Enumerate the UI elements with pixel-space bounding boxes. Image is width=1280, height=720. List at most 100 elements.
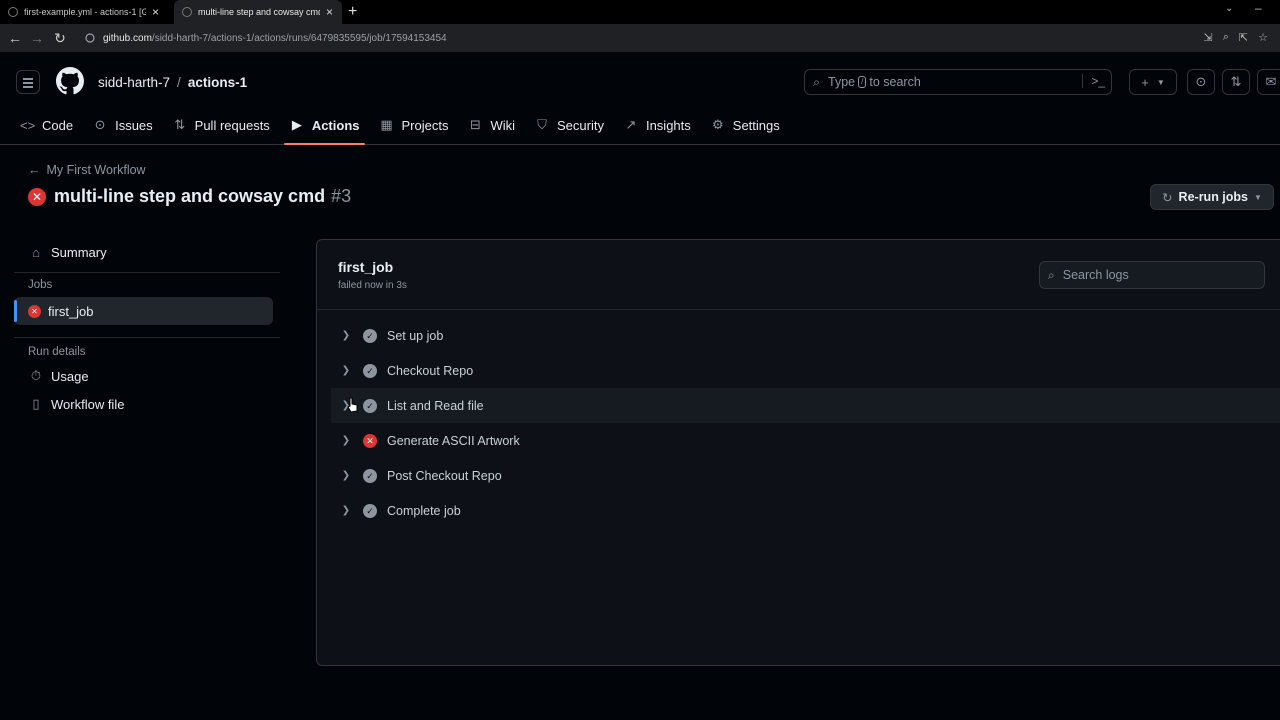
breadcrumb-separator: /	[177, 75, 181, 90]
sidebar-item-label: Workflow file	[51, 396, 125, 412]
create-new-button[interactable]: + ▼	[1129, 69, 1177, 95]
github-favicon-icon	[182, 7, 192, 17]
job-steps-list: ❯ ✓ Set up job ❯ ✓ Checkout Repo ❯ ✓ Lis…	[331, 318, 1280, 528]
sidebar-item-first-job[interactable]: ✕ first_job	[14, 297, 273, 325]
tab-projects[interactable]: ▦ Projects	[369, 110, 458, 140]
x-circle-fill-icon: ✕	[363, 433, 377, 448]
step-label: Generate ASCII Artwork	[387, 433, 520, 448]
forward-arrow-icon[interactable]: →	[28, 29, 46, 47]
tab-settings[interactable]: ⚙ Settings	[701, 110, 790, 140]
sidebar-divider	[14, 337, 280, 338]
step-post-checkout-repo[interactable]: ❯ ✓ Post Checkout Repo	[331, 458, 1280, 493]
tab-pull-requests[interactable]: ⇅ Pull requests	[163, 110, 280, 140]
site-info-icon[interactable]	[85, 33, 95, 43]
graph-icon: ↗	[625, 117, 637, 132]
install-app-icon[interactable]: ⇲	[1204, 31, 1213, 44]
search-logs-input[interactable]: ⌕ Search logs	[1039, 261, 1265, 289]
step-label: List and Read file	[387, 398, 484, 413]
check-circle-icon: ✓	[363, 503, 377, 518]
inbox-icon: ✉	[1265, 74, 1277, 89]
check-circle-icon: ✓	[363, 468, 377, 483]
inbox-button[interactable]: ✉	[1257, 69, 1280, 95]
table-icon: ▦	[380, 117, 393, 132]
search-icon: ⌕	[813, 74, 821, 89]
git-pull-request-icon: ⇅	[1230, 74, 1242, 89]
back-arrow-icon[interactable]: ←	[6, 29, 24, 47]
tab-label: Insights	[645, 117, 691, 133]
step-complete-job[interactable]: ❯ ✓ Complete job	[331, 493, 1280, 528]
step-set-up-job[interactable]: ❯ ✓ Set up job	[331, 318, 1280, 353]
sidebar-item-workflow-file[interactable]: ▯ Workflow file	[14, 390, 280, 418]
check-circle-icon: ✓	[363, 363, 377, 378]
bookmark-star-icon[interactable]: ☆	[1258, 31, 1268, 44]
pull-request-icon: ⇅	[174, 117, 186, 132]
github-logo-icon[interactable]	[56, 67, 84, 95]
shield-icon: ⛉	[537, 117, 547, 132]
chevron-right-icon[interactable]: ❯	[339, 505, 353, 516]
chevron-right-icon[interactable]: ❯	[339, 470, 353, 481]
check-circle-icon: ✓	[363, 328, 377, 343]
close-tab-icon[interactable]: ×	[326, 5, 333, 19]
sidebar-item-summary[interactable]: ⌂ Summary	[14, 238, 280, 266]
github-favicon-icon	[8, 7, 18, 17]
chevron-right-icon[interactable]: ❯	[339, 330, 353, 341]
issues-button[interactable]: ⊙	[1187, 69, 1215, 95]
job-log-panel: first_job failed now in 3s ⌕ Search logs…	[316, 239, 1280, 666]
step-label: Set up job	[387, 328, 444, 343]
rerun-label: Re-run jobs	[1178, 190, 1248, 204]
share-icon[interactable]: ⇱	[1239, 31, 1248, 44]
tab-label: Projects	[401, 117, 449, 133]
search-icon: ⌕	[1048, 267, 1055, 282]
run-number: #3	[331, 186, 352, 206]
job-status-meta: failed now in 3s	[338, 280, 407, 291]
zoom-icon[interactable]: ⌕	[1223, 31, 1229, 44]
reload-icon[interactable]: ↻	[51, 29, 69, 47]
hand-cursor-icon	[347, 397, 358, 413]
global-search-input[interactable]: ⌕ Type / to search >_	[804, 69, 1112, 95]
page-title: ✕ multi-line step and cowsay cmd #3	[28, 186, 351, 207]
tab-security[interactable]: ⛉ Security	[525, 110, 614, 140]
step-generate-ascii-artwork[interactable]: ❯ ✕ Generate ASCII Artwork	[331, 423, 1280, 458]
repo-owner-link[interactable]: sidd-harth-7	[98, 75, 170, 90]
hamburger-menu-icon[interactable]	[16, 70, 40, 94]
browser-tab-active[interactable]: multi-line step and cowsay cmd ×	[174, 0, 342, 24]
sidebar-item-usage[interactable]: ⏱ Usage	[14, 362, 280, 390]
browser-toolbar: ← → ↻ github.com /sidd-harth-7/actions-1…	[0, 24, 1280, 52]
back-to-workflow-link[interactable]: ← My First Workflow	[28, 163, 146, 177]
tab-label: Issues	[115, 117, 153, 133]
address-bar[interactable]: github.com /sidd-harth-7/actions-1/actio…	[80, 27, 1240, 49]
tab-actions[interactable]: ▶ Actions	[280, 110, 370, 145]
minimize-icon[interactable]: –	[1255, 1, 1262, 15]
chevron-right-icon[interactable]: ❯	[339, 365, 353, 376]
tab-label: Code	[42, 117, 74, 133]
close-tab-icon[interactable]: ×	[152, 5, 159, 19]
sidebar-divider	[14, 272, 280, 273]
sidebar-heading-jobs: Jobs	[28, 279, 53, 291]
browser-tab-bar: first-example.yml - actions-1 [Gi × mult…	[0, 0, 1280, 24]
workflow-name: My First Workflow	[46, 163, 146, 177]
rerun-jobs-button[interactable]: ↻ Re-run jobs ▼	[1150, 184, 1274, 210]
search-placeholder-start: Type	[828, 75, 856, 89]
command-palette-icon[interactable]: >_	[1082, 74, 1105, 88]
tab-issues[interactable]: ⊙ Issues	[83, 110, 163, 140]
home-icon: ⌂	[32, 244, 40, 260]
tab-search-chevron-icon[interactable]: ⌄	[1225, 3, 1233, 14]
tab-code[interactable]: <> Code	[10, 110, 83, 140]
tab-insights[interactable]: ↗ Insights	[614, 110, 701, 140]
tab-label: Wiki	[490, 117, 515, 133]
tab-wiki[interactable]: ⊟ Wiki	[458, 110, 525, 140]
pull-requests-button[interactable]: ⇅	[1222, 69, 1250, 95]
browser-tab[interactable]: first-example.yml - actions-1 [Gi ×	[8, 0, 174, 24]
step-list-and-read-file[interactable]: ❯ ✓ List and Read file	[331, 388, 1280, 423]
issue-icon: ⊙	[94, 117, 106, 132]
chevron-right-icon[interactable]: ❯	[339, 435, 353, 446]
repo-name-link[interactable]: actions-1	[188, 75, 247, 90]
new-tab-icon[interactable]: +	[348, 3, 357, 21]
step-label: Post Checkout Repo	[387, 468, 502, 483]
job-header: first_job failed now in 3s ⌕ Search logs	[317, 240, 1280, 310]
step-label: Complete job	[387, 503, 461, 518]
issue-opened-icon: ⊙	[1195, 74, 1207, 89]
step-checkout-repo[interactable]: ❯ ✓ Checkout Repo	[331, 353, 1280, 388]
tab-label: Security	[557, 117, 604, 133]
sidebar-heading-run-details: Run details	[28, 346, 86, 358]
